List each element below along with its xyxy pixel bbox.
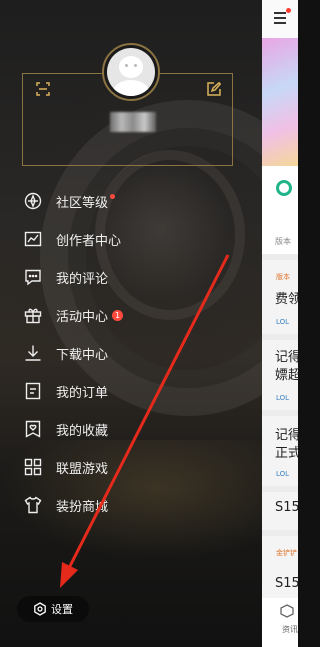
order-icon	[24, 382, 42, 400]
app-logo-icon	[276, 180, 292, 196]
bottom-nav: 资讯	[262, 598, 298, 647]
menu-item-my-orders[interactable]: 我的订单	[24, 377, 224, 405]
news-title[interactable]: 记得	[275, 424, 298, 443]
tshirt-icon	[24, 496, 42, 514]
diamond-star-icon	[24, 192, 42, 210]
menu-label: 活动中心	[56, 309, 109, 325]
news-title[interactable]: S15	[275, 500, 298, 515]
news-subtitle: 嫖超	[275, 368, 298, 383]
count-badge: 1	[112, 309, 124, 321]
gift-icon	[24, 306, 42, 324]
scan-icon[interactable]	[36, 82, 50, 96]
news-meta: LOL	[276, 318, 290, 326]
card-text: 版本	[275, 237, 291, 246]
menu-icon[interactable]	[274, 12, 286, 27]
settings-button[interactable]: 设置	[17, 596, 89, 622]
menu-label: 我的评论	[56, 271, 109, 287]
menu-label: 下载中心	[56, 347, 109, 363]
menu-label: 联盟游戏	[56, 461, 109, 477]
comment-icon	[24, 268, 42, 286]
menu-item-download-center[interactable]: 下载中心	[24, 339, 224, 367]
menu-label: 装扮商城	[56, 499, 109, 515]
news-title[interactable]: 费领	[275, 288, 298, 307]
news-tag: 金铲铲	[276, 549, 297, 557]
notification-dot	[286, 8, 291, 13]
side-drawer: 社区等级 创作者中心 我的评论 活动中心 1 下载中心 我的订单 我的收藏 联盟…	[0, 0, 262, 647]
background-page: 版本 版本 费领 LOL 记得 嫖超 LOL 记得 正式 LOL S15 金铲铲…	[262, 0, 298, 647]
news-title[interactable]: 记得	[275, 346, 298, 365]
menu-item-community-level[interactable]: 社区等级	[24, 187, 224, 215]
page-header	[262, 0, 298, 38]
banner-image[interactable]	[262, 38, 298, 166]
settings-label: 设置	[51, 603, 73, 616]
tag-label: 版本	[276, 273, 290, 281]
menu-label: 我的订单	[56, 385, 109, 401]
feature-card[interactable]: 版本	[262, 166, 298, 254]
menu-item-league-games[interactable]: 联盟游戏	[24, 453, 224, 481]
settings-hexagon-icon	[34, 602, 46, 616]
menu-item-my-comments[interactable]: 我的评论	[24, 263, 224, 291]
avatar[interactable]	[102, 43, 160, 101]
notification-dot	[110, 193, 116, 199]
menu-item-creator-center[interactable]: 创作者中心	[24, 225, 224, 253]
download-icon	[24, 344, 42, 362]
edit-icon[interactable]	[207, 82, 221, 96]
grid-icon	[24, 458, 42, 476]
menu-label: 我的收藏	[56, 423, 109, 439]
menu-item-my-favorites[interactable]: 我的收藏	[24, 415, 224, 443]
news-meta: LOL	[276, 470, 290, 478]
news-icon[interactable]	[280, 604, 294, 618]
news-meta: LOL	[276, 394, 290, 402]
menu-label: 创作者中心	[56, 233, 122, 249]
username-redacted	[110, 112, 156, 132]
chart-line-icon	[24, 230, 42, 248]
bookmark-heart-icon	[24, 420, 42, 438]
menu-label: 社区等级	[56, 195, 109, 211]
news-title[interactable]: S15	[275, 576, 298, 591]
nav-label[interactable]: 资讯	[282, 624, 298, 635]
menu-item-dress-mall[interactable]: 装扮商城	[24, 491, 224, 519]
menu-item-activity-center[interactable]: 活动中心 1	[24, 301, 224, 329]
news-subtitle: 正式	[275, 446, 298, 461]
